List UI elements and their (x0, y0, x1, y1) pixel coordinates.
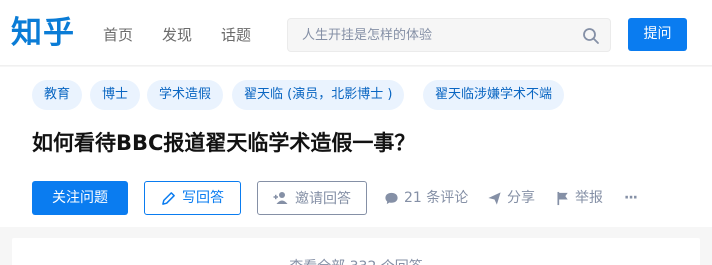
answers-card: 查看全部 332 个回答 (12, 238, 700, 265)
share-button[interactable]: 分享 (487, 188, 535, 208)
comment-icon (385, 192, 398, 204)
invite-answer-button[interactable]: 邀请回答 (257, 181, 367, 215)
invite-answer-label: 邀请回答 (295, 191, 351, 207)
share-icon (488, 191, 501, 205)
more-options-icon[interactable]: ··· (624, 188, 638, 208)
topic-tag[interactable]: 教育 (32, 80, 83, 110)
follow-question-button[interactable]: 关注问题 (32, 181, 128, 215)
search-input[interactable] (302, 19, 572, 51)
topic-tag[interactable]: 翟天临 (演员，北影博士 ) (232, 80, 405, 110)
view-all-answers-link[interactable]: 查看全部 332 个回答 (12, 256, 700, 265)
topic-tag[interactable]: 翟天临涉嫌学术不端 (423, 80, 565, 110)
nav-discover[interactable]: 发现 (162, 25, 192, 45)
topic-tag[interactable]: 学术造假 (147, 80, 224, 110)
share-label: 分享 (507, 190, 535, 206)
write-answer-button[interactable]: 写回答 (144, 181, 241, 215)
question-title: 如何看待BBC报道翟天临学术造假一事？ (32, 131, 416, 155)
nav-topics[interactable]: 话题 (221, 25, 251, 45)
topic-tag[interactable]: 博士 (90, 80, 141, 110)
nav-home[interactable]: 首页 (103, 25, 133, 45)
question-header-card: 教育 博士 学术造假 翟天临 (演员，北影博士 ) 翟天临涉嫌学术不端 如何看待… (0, 67, 712, 227)
report-button[interactable]: 举报 (556, 188, 603, 208)
zhihu-logo[interactable]: 知乎 (11, 14, 75, 52)
top-header: 知乎 首页 发现 话题 提问 (0, 0, 712, 66)
comments-label: 21 条评论 (404, 190, 469, 206)
ask-button[interactable]: 提问 (628, 18, 687, 51)
comments-button[interactable]: 21 条评论 (384, 188, 468, 208)
search-icon[interactable] (582, 27, 600, 45)
search-box (287, 18, 611, 52)
report-label: 举报 (575, 190, 603, 206)
write-answer-label: 写回答 (182, 190, 224, 206)
add-user-icon (273, 192, 288, 204)
pencil-icon (162, 191, 175, 205)
flag-icon (557, 191, 568, 205)
